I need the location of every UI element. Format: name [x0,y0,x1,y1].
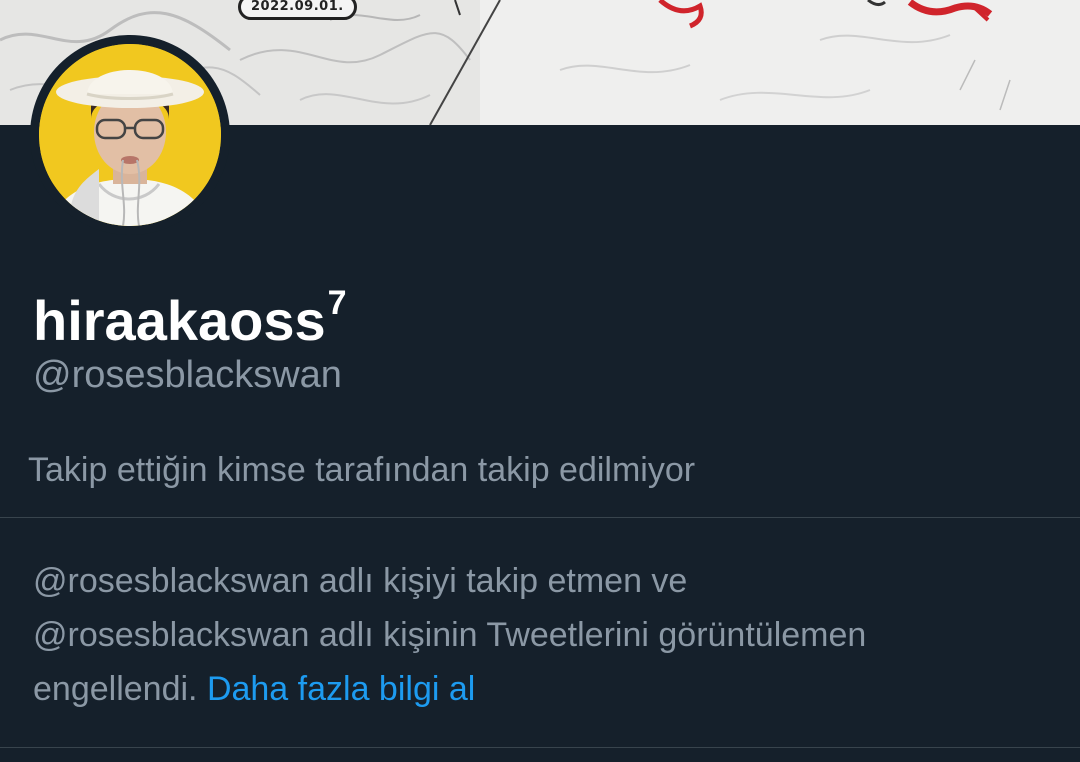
user-handle: @rosesblackswan [33,354,342,396]
blocked-notice-line-3: engellendi. Daha fazla bilgi al [33,662,1053,716]
banner-date-badge: 2022.09.01. [238,0,357,20]
display-name-text: hiraakaoss [33,289,326,352]
divider-bottom [0,747,1080,748]
blocked-notice-line-2: @rosesblackswan adlı kişinin Tweetlerini… [33,616,867,654]
display-name: hiraakaoss7 [33,270,347,354]
followers-you-know-text: Takip ettiğin kimse tarafından takip edi… [28,451,696,489]
avatar-portrait [39,44,221,226]
learn-more-link[interactable]: Daha fazla bilgi al [207,670,475,708]
blocked-notice: @rosesblackswan adlı kişiyi takip etmen … [33,554,1053,716]
avatar[interactable] [39,44,221,226]
display-name-superscript: 7 [327,284,347,322]
divider [0,517,1080,518]
blocked-notice-text: engellendi. [33,670,198,708]
avatar-ring [30,35,230,235]
blocked-notice-line-1: @rosesblackswan adlı kişiyi takip etmen … [33,562,688,600]
